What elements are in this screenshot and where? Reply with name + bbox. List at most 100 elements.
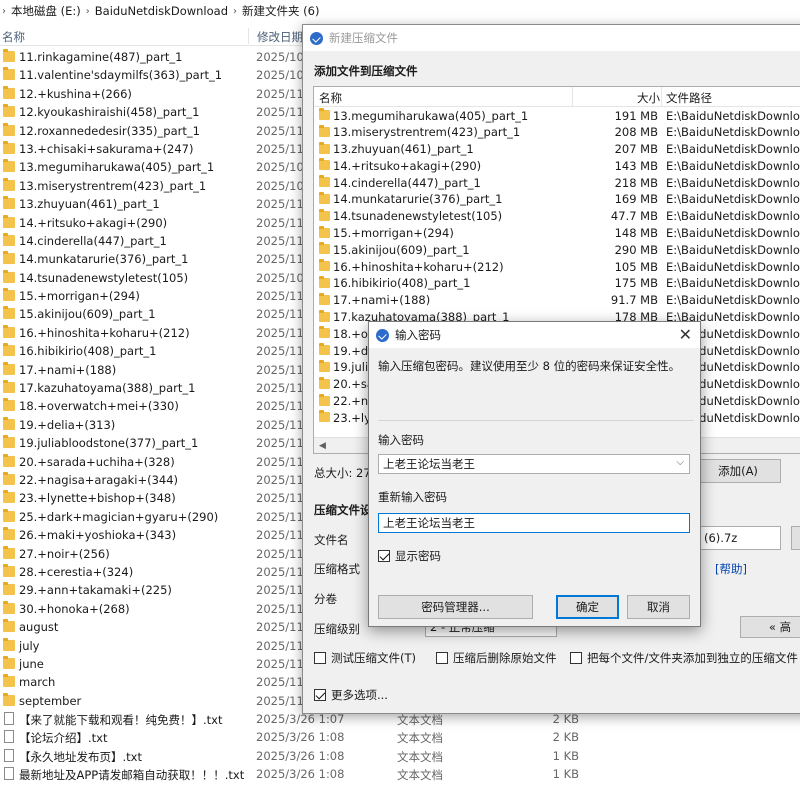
file-date: 2025/11/ bbox=[256, 344, 308, 359]
folder-icon bbox=[3, 288, 15, 302]
file-date: 2025/11/ bbox=[256, 436, 308, 451]
archive-item-row[interactable]: 15.akinijou(609)_part_1 290 MB E:\BaiduNet… bbox=[314, 241, 800, 258]
archive-item-row[interactable]: 13.megumiharukawa(405)_part_1 191 MB E:\Ba… bbox=[314, 107, 800, 124]
checkbox-label: 压缩后删除原始文件 bbox=[453, 651, 557, 665]
checkbox-icon bbox=[436, 652, 448, 664]
file-date: 2025/11/ bbox=[256, 197, 308, 212]
column-path[interactable]: 文件路径 bbox=[666, 90, 712, 106]
archive-item-row[interactable]: 17.+nami+(188) 91.7 MB E:\BaiduNetdiskDown… bbox=[314, 292, 800, 309]
file-type: 文本文档 bbox=[397, 749, 443, 764]
password-manager-button[interactable]: 密码管理器... bbox=[378, 595, 533, 619]
archive-item-row[interactable]: 14.munkatarurie(376)_part_1 169 MB E:\Baid… bbox=[314, 191, 800, 208]
file-row[interactable]: 最新地址及APP请发邮箱自动获取！！！.txt 2025/3/26 1:08 文本文… bbox=[0, 765, 800, 783]
chevron-down-icon[interactable]: ⌵ bbox=[676, 457, 684, 468]
file-row[interactable]: 【永久地址发布页】.txt 2025/3/26 1:08 文本文档 1 KB bbox=[0, 747, 800, 765]
file-name: 13.megumiharukawa(405)_part_1 bbox=[19, 160, 215, 175]
password-field[interactable]: 上老王论坛当老王 ⌵ bbox=[378, 454, 690, 474]
archive-item-path: E:\BaiduNetdiskDownload bbox=[666, 259, 800, 274]
file-date: 2025/11/ bbox=[256, 675, 308, 690]
column-divider[interactable] bbox=[661, 87, 662, 107]
archive-list-header: 名称 大小 文件路径 bbox=[314, 87, 800, 107]
file-name: 最新地址及APP请发邮箱自动获取！！！.txt bbox=[19, 768, 245, 783]
file-row[interactable]: 【论坛介绍】.txt 2025/3/26 1:08 文本文档 2 KB bbox=[0, 728, 800, 746]
archive-item-size: 175 MB bbox=[614, 276, 658, 291]
advanced-button[interactable]: « 高 bbox=[740, 616, 800, 638]
file-type: 文本文档 bbox=[397, 768, 443, 783]
archive-item-name: 15.akinijou(609)_part_1 bbox=[333, 242, 470, 257]
file-name: 19.+delia+(313) bbox=[19, 417, 116, 432]
dialog-titlebar[interactable]: 输入密码 ✕ bbox=[369, 322, 700, 348]
test-archive-checkbox[interactable]: 测试压缩文件(T) bbox=[314, 650, 416, 666]
breadcrumb-item[interactable]: 本地磁盘 (E:) bbox=[11, 3, 81, 19]
column-divider[interactable] bbox=[248, 28, 249, 44]
column-size[interactable]: 大小 bbox=[637, 90, 660, 106]
column-name[interactable]: 名称 bbox=[319, 90, 342, 106]
close-icon[interactable]: ✕ bbox=[679, 325, 692, 344]
archive-item-size: 143 MB bbox=[614, 158, 658, 173]
filename-input[interactable]: (6).7z bbox=[699, 526, 781, 550]
breadcrumb: › 本地磁盘 (E:) › BaiduNetdiskDownload › 新建文… bbox=[0, 0, 800, 22]
archive-item-path: E:\BaiduNetdiskDownload bbox=[666, 192, 800, 207]
file-name: 14.tsunadenewstyletest(105) bbox=[19, 270, 189, 285]
browse-button[interactable] bbox=[791, 526, 800, 550]
archive-item-row[interactable]: 15.+morrigan+(294) 148 MB E:\BaiduNetdiskD… bbox=[314, 225, 800, 242]
file-name: 16.+hinoshita+koharu+(212) bbox=[19, 325, 190, 340]
folder-icon bbox=[3, 398, 15, 412]
ok-button[interactable]: 确定 bbox=[556, 595, 619, 619]
file-date: 2025/3/26 1:07 bbox=[256, 712, 345, 727]
file-name: june bbox=[19, 656, 44, 671]
folder-icon bbox=[3, 508, 15, 522]
folder-icon bbox=[3, 269, 15, 283]
show-password-checkbox[interactable]: 显示密码 bbox=[378, 548, 441, 564]
chevron-right-icon: › bbox=[233, 5, 237, 17]
archive-item-row[interactable]: 14.cinderella(447)_part_1 218 MB E:\BaiduN… bbox=[314, 174, 800, 191]
archive-item-row[interactable]: 14.+ritsuko+akagi+(290) 143 MB E:\BaiduNet… bbox=[314, 157, 800, 174]
archive-item-path: E:\BaiduNetdiskDownload bbox=[666, 108, 800, 123]
file-date: 2025/11/ bbox=[256, 417, 308, 432]
archive-item-row[interactable]: 13.miserystrentrem(423)_part_1 208 MB E:\B… bbox=[314, 124, 800, 141]
column-date[interactable]: 修改日期 bbox=[257, 29, 303, 45]
folder-icon bbox=[3, 545, 15, 559]
folder-icon bbox=[319, 242, 330, 255]
scroll-left-icon[interactable]: ◀ bbox=[319, 441, 326, 451]
checkbox-icon bbox=[570, 652, 582, 664]
archive-item-row[interactable]: 14.tsunadenewstyletest(105) 47.7 MB E:\Bai… bbox=[314, 208, 800, 225]
checkbox-label: 测试压缩文件(T) bbox=[331, 651, 416, 665]
file-name: 13.miserystrentrem(423)_part_1 bbox=[19, 178, 207, 193]
file-name: july bbox=[19, 638, 40, 653]
delete-after-checkbox[interactable]: 压缩后删除原始文件 bbox=[436, 650, 557, 666]
file-name: 12.roxannededesir(335)_part_1 bbox=[19, 123, 200, 138]
archive-item-path: E:\BaiduNetdiskDownload bbox=[666, 125, 800, 140]
file-name: 28.+cerestia+(324) bbox=[19, 564, 134, 579]
file-name: 11.valentine'sdaymilfs(363)_part_1 bbox=[19, 68, 223, 83]
file-date: 2025/10/ bbox=[256, 50, 308, 64]
confirm-password-field[interactable]: 上老王论坛当老王 bbox=[378, 513, 690, 533]
folder-icon bbox=[3, 490, 15, 504]
cancel-button[interactable]: 取消 bbox=[627, 595, 690, 619]
file-name: 14.+ritsuko+akagi+(290) bbox=[19, 215, 168, 230]
column-name[interactable]: 名称 bbox=[2, 29, 25, 45]
breadcrumb-item[interactable]: 新建文件夹 (6) bbox=[242, 3, 319, 19]
help-link[interactable]: [帮助] bbox=[715, 561, 747, 577]
archive-item-row[interactable]: 13.zhuyuan(461)_part_1 207 MB E:\BaiduNetd… bbox=[314, 141, 800, 158]
folder-icon bbox=[3, 563, 15, 577]
breadcrumb-item[interactable]: BaiduNetdiskDownload bbox=[95, 4, 228, 18]
archive-item-name: 16.+hinoshita+koharu+(212) bbox=[333, 259, 504, 274]
separate-archives-checkbox[interactable]: 把每个文件/文件夹添加到独立的压缩文件 bbox=[570, 650, 798, 666]
file-date: 2025/3/26 1:08 bbox=[256, 748, 345, 763]
folder-icon bbox=[3, 619, 15, 633]
file-name: 19.juliabloodstone(377)_part_1 bbox=[19, 436, 199, 451]
checkbox-checked-icon bbox=[314, 689, 326, 701]
file-name: 【永久地址发布页】.txt bbox=[19, 749, 142, 764]
folder-icon bbox=[3, 159, 15, 173]
file-size: 1 KB bbox=[552, 748, 579, 763]
more-options-checkbox[interactable]: 更多选项... bbox=[314, 687, 388, 703]
dialog-titlebar[interactable]: 新建压缩文件 bbox=[303, 25, 800, 51]
archive-item-row[interactable]: 16.hibikirio(408)_part_1 175 MB E:\BaiduNe… bbox=[314, 275, 800, 292]
file-name: 12.+kushina+(266) bbox=[19, 86, 132, 101]
column-divider[interactable] bbox=[572, 87, 573, 107]
archive-item-row[interactable]: 16.+hinoshita+koharu+(212) 105 MB E:\Baidu… bbox=[314, 258, 800, 275]
file-name: 12.kyoukashiraishi(458)_part_1 bbox=[19, 105, 200, 120]
level-label: 压缩级别 bbox=[314, 622, 360, 636]
add-button[interactable]: 添加(A) bbox=[695, 459, 781, 483]
